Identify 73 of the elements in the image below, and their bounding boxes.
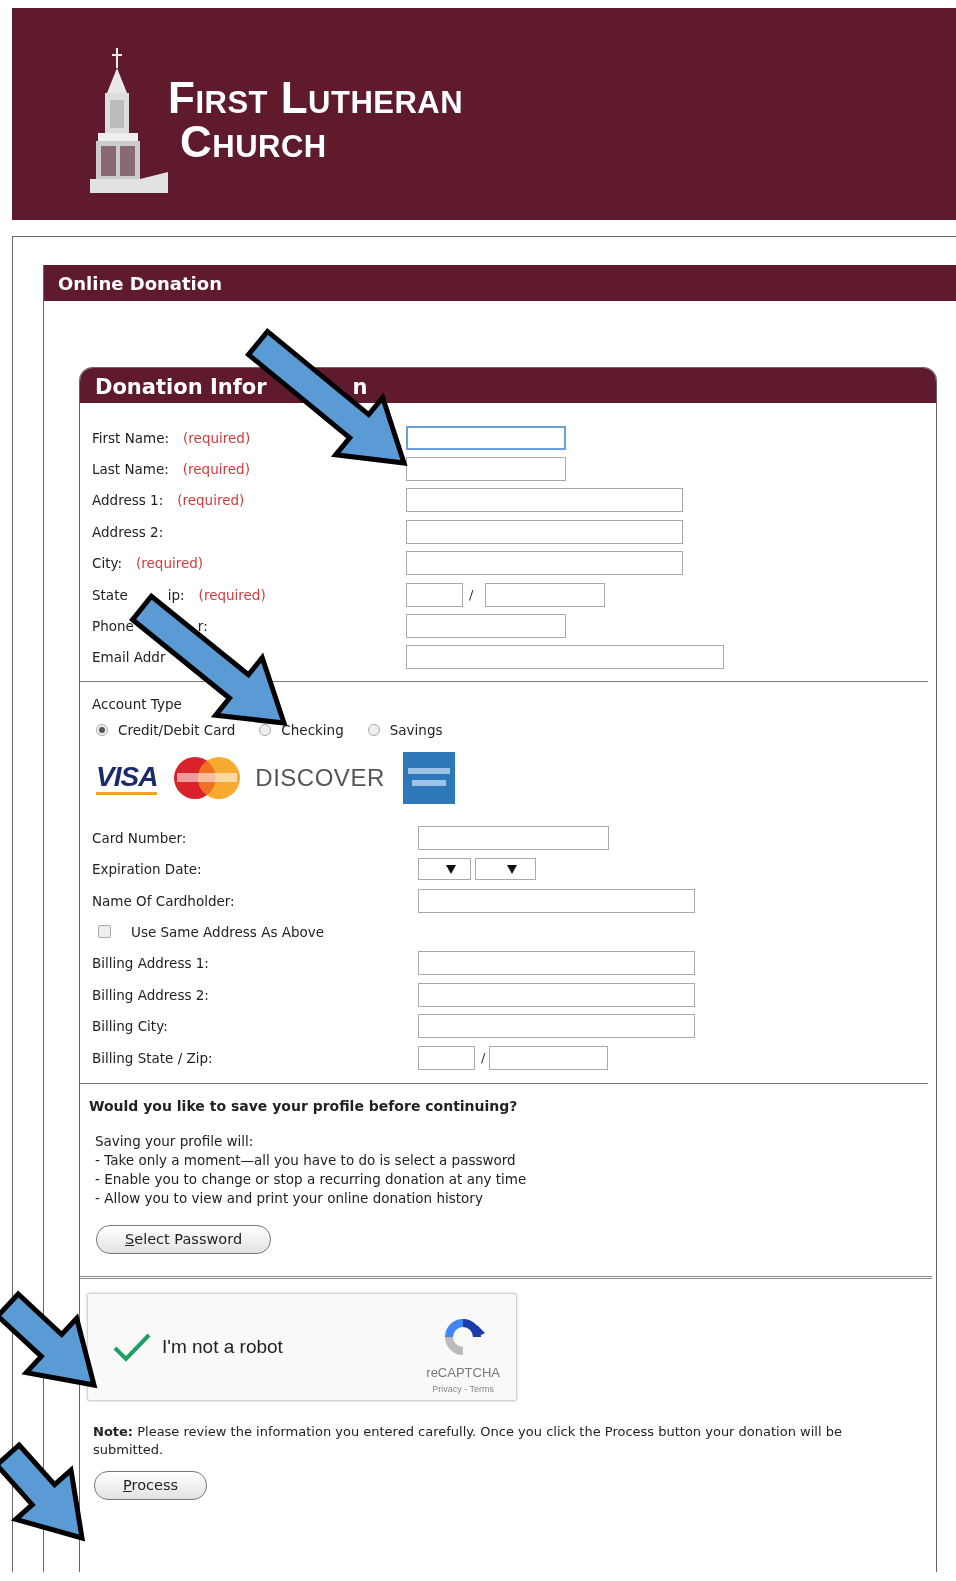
field-label: City: <box>92 555 123 572</box>
input-field[interactable] <box>418 1045 475 1070</box>
field-label: Address 1: <box>92 492 164 509</box>
process-button[interactable]: Process <box>94 1471 208 1501</box>
caret-icon <box>446 864 456 874</box>
input-field[interactable] <box>489 1045 609 1070</box>
field-label: Expiration Date: <box>92 861 202 878</box>
select-password-button[interactable]: Select Password <box>96 1225 272 1255</box>
slash-separator: / <box>481 1050 486 1066</box>
visa-logo: VISA <box>96 761 158 795</box>
privacy-terms-link: Privacy - Terms <box>432 1383 495 1394</box>
field-label: Last Name: <box>92 461 169 478</box>
logo-text: Church <box>180 120 328 164</box>
section-title: Donation Infor <box>95 374 267 401</box>
discover-logo: DISCOVER <box>255 764 385 793</box>
field-label: Address 2: <box>92 523 164 540</box>
field-label: ip: <box>167 586 185 603</box>
field-label: Billing State / Zip: <box>92 1049 213 1066</box>
panel-title: Online Donation <box>44 265 956 301</box>
field-label: Card Number: <box>92 829 187 846</box>
input-field[interactable] <box>406 582 463 607</box>
required-note: (required) <box>177 492 245 509</box>
dropdown[interactable] <box>475 858 536 881</box>
field-label: Billing City: <box>92 1018 168 1035</box>
option-label: Checking <box>281 722 344 739</box>
input-field[interactable] <box>406 488 683 513</box>
input-field[interactable] <box>406 614 566 639</box>
field-label: Billing Address 2: <box>92 986 209 1003</box>
input-field[interactable] <box>406 457 566 482</box>
required-note: (required) <box>183 429 251 446</box>
bullet-text: - Allow you to view and print your online donation history <box>95 1189 484 1209</box>
caret-icon <box>507 864 517 874</box>
required-note: (required) <box>136 555 204 572</box>
input-field[interactable] <box>418 1014 695 1039</box>
card-logo <box>402 752 455 805</box>
input-field[interactable] <box>406 551 683 576</box>
logo-text: First Lutheran <box>168 76 464 120</box>
input-field[interactable] <box>485 582 606 607</box>
checkbox-label: Use Same Address As Above <box>131 924 325 940</box>
required-note: (required) <box>182 461 250 478</box>
input-field[interactable] <box>418 982 695 1007</box>
option-label: Savings <box>389 722 443 739</box>
captcha-label: I'm not a robot <box>162 1336 284 1359</box>
input-field[interactable] <box>406 519 683 544</box>
note-text: Note: Please review the information you entered carefully. Once you click the Process button your donation will be submitted. <box>93 1423 843 1460</box>
radio-button[interactable] <box>96 724 108 737</box>
field-label: Account Type <box>92 696 183 713</box>
dropdown[interactable] <box>418 858 471 881</box>
field-label: First Name: <box>92 429 170 446</box>
bullet-text: - Take only a moment—all you have to do is select a password <box>95 1151 517 1171</box>
captcha-brand: reCAPTCHA <box>426 1364 500 1380</box>
field-label: Phone <box>92 618 134 635</box>
checkbox[interactable] <box>98 925 111 939</box>
field-label: r: <box>197 618 208 635</box>
field-label: Name Of Cardholder: <box>92 892 235 909</box>
radio-button[interactable] <box>259 724 272 737</box>
intro-text: Saving your profile will: <box>95 1132 255 1152</box>
input-field[interactable] <box>418 825 609 850</box>
required-note: (required) <box>198 586 266 603</box>
input-field[interactable] <box>406 425 566 450</box>
bullet-text: - Enable you to change or stop a recurring donation at any time <box>95 1170 528 1190</box>
input-field[interactable] <box>418 951 695 976</box>
field-label: State <box>92 586 128 603</box>
section-title: n <box>352 374 368 401</box>
option-label: Credit/Debit Card <box>118 722 236 739</box>
question-heading: Would you like to save your profile before continuing? <box>89 1098 519 1115</box>
captcha-widget[interactable]: I'm not a robot reCAPTCHA Privacy - Terms <box>87 1293 517 1402</box>
radio-button[interactable] <box>367 724 380 737</box>
input-field[interactable] <box>418 888 695 913</box>
slash-separator: / <box>469 587 474 603</box>
field-label: Billing Address 1: <box>92 955 209 972</box>
input-field[interactable] <box>406 645 724 670</box>
field-label: Email Addr <box>92 649 166 666</box>
